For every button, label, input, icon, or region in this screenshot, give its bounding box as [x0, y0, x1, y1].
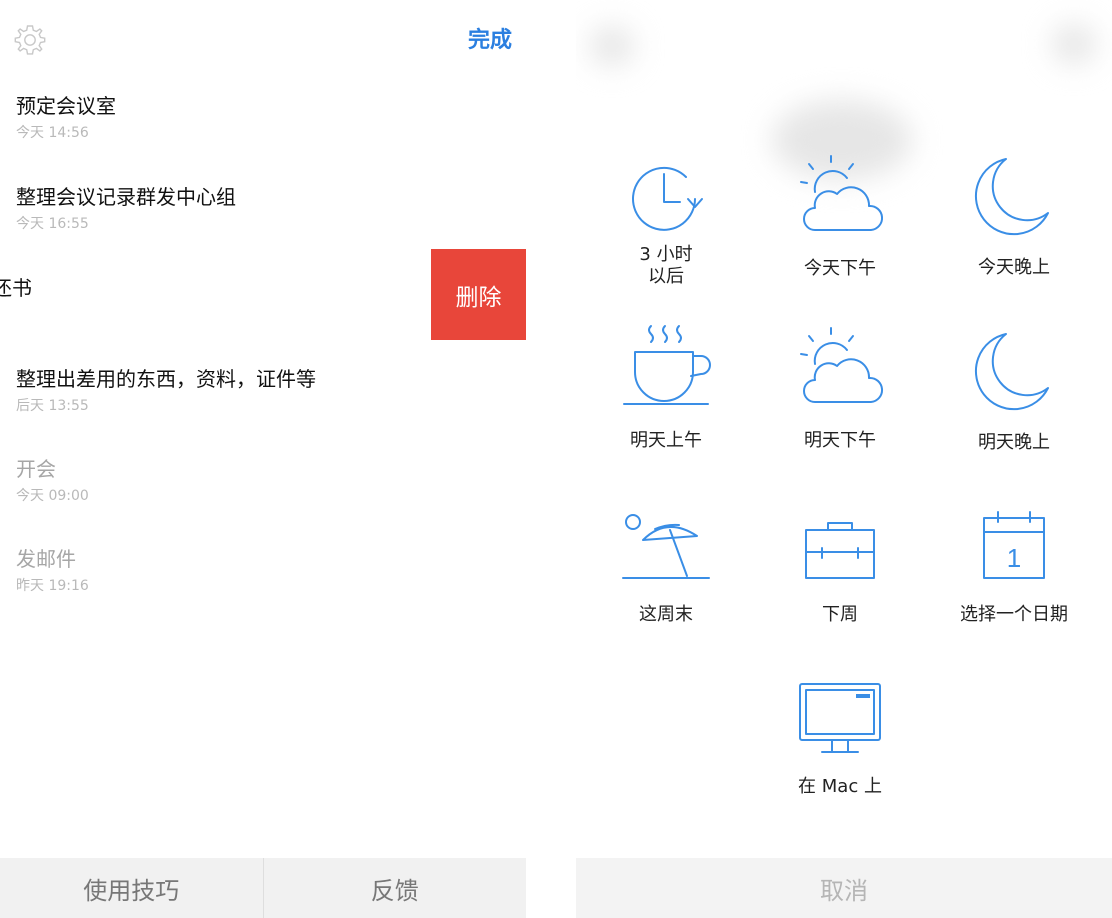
snooze-option-label: 今天下午 — [804, 258, 876, 279]
snooze-option-label: 明天上午 — [630, 430, 702, 451]
snooze-option-this-evening[interactable]: 今天晚上 — [924, 155, 1104, 279]
task-item-completed[interactable]: 发邮件 昨天 19:16 — [16, 543, 89, 595]
snooze-option-this-weekend[interactable]: 这周末 — [576, 510, 756, 626]
blurred-background — [590, 26, 634, 66]
snooze-option-label: 下周 — [822, 604, 858, 625]
snooze-option-tomorrow-morning[interactable]: 明天上午 — [576, 322, 756, 452]
task-time: 今天 14:56 — [16, 125, 89, 141]
clock-arrow-icon — [632, 166, 703, 231]
task-title: 整理出差用的东西，资料，证件等 — [16, 367, 316, 391]
coffee-cup-icon — [623, 325, 711, 405]
sun-cloud-icon — [800, 327, 883, 403]
task-time: 今天 16:55 — [16, 216, 89, 232]
swiped-task-title[interactable]: 还书 — [0, 272, 32, 301]
task-title: 预定会议室 — [16, 94, 116, 118]
moon-icon — [974, 333, 1049, 411]
task-title: 整理会议记录群发中心组 — [16, 185, 236, 209]
sun-cloud-icon — [800, 155, 883, 231]
task-time: 后天 13:55 — [16, 398, 89, 414]
snooze-option-on-mac[interactable]: 在 Mac 上 — [750, 680, 930, 798]
snooze-panel: 3 小时 以后 今天下午 今天晚上 明天上午 明天下午 明天晚上 这周末 下周 … — [576, 0, 1112, 918]
snooze-option-label: 今天晚上 — [978, 257, 1050, 278]
task-title: 开会 — [16, 457, 56, 481]
task-item-completed[interactable]: 开会 今天 09:00 — [16, 453, 89, 505]
calendar-icon: 1 — [983, 511, 1045, 579]
snooze-option-next-week[interactable]: 下周 — [750, 518, 930, 626]
tips-button[interactable]: 使用技巧 — [0, 858, 264, 918]
snooze-option-tomorrow-afternoon[interactable]: 明天下午 — [750, 326, 930, 452]
blurred-background — [1052, 24, 1096, 64]
task-item[interactable]: 整理会议记录群发中心组 今天 16:55 — [16, 181, 236, 233]
delete-button[interactable]: 删除 — [431, 249, 526, 340]
snooze-option-tomorrow-evening[interactable]: 明天晚上 — [924, 330, 1104, 454]
cancel-button[interactable]: 取消 — [576, 858, 1112, 918]
snooze-option-label: 选择一个日期 — [960, 604, 1068, 625]
task-time: 今天 09:00 — [16, 488, 89, 504]
snooze-option-label: 明天晚上 — [978, 432, 1050, 453]
snooze-option-label: 这周末 — [639, 604, 693, 625]
panel-divider — [526, 0, 576, 918]
snooze-option-label: 在 Mac 上 — [798, 776, 882, 797]
task-item[interactable]: 预定会议室 今天 14:56 — [16, 90, 116, 142]
monitor-icon — [799, 683, 881, 753]
svg-text:1: 1 — [1007, 543, 1021, 573]
snooze-option-this-afternoon[interactable]: 今天下午 — [750, 154, 930, 280]
moon-icon — [974, 158, 1049, 236]
bottom-bar: 使用技巧 反馈 — [0, 858, 526, 918]
snooze-option-label: 3 小时 以后 — [639, 244, 693, 287]
briefcase-icon — [805, 522, 875, 579]
feedback-button[interactable]: 反馈 — [264, 858, 527, 918]
gear-icon[interactable] — [12, 22, 48, 58]
task-item[interactable]: 整理出差用的东西，资料，证件等 后天 13:55 — [16, 363, 316, 415]
snooze-option-pick-date[interactable]: 1 选择一个日期 — [924, 510, 1104, 626]
beach-umbrella-icon — [622, 514, 710, 579]
snooze-option-3-hours[interactable]: 3 小时 以后 — [576, 160, 756, 288]
task-list-panel: 完成 预定会议室 今天 14:56 整理会议记录群发中心组 今天 16:55 还… — [0, 0, 526, 918]
done-button[interactable]: 完成 — [468, 22, 512, 54]
snooze-option-label: 明天下午 — [804, 430, 876, 451]
task-title: 发邮件 — [16, 547, 76, 571]
task-time: 昨天 19:16 — [16, 578, 89, 594]
